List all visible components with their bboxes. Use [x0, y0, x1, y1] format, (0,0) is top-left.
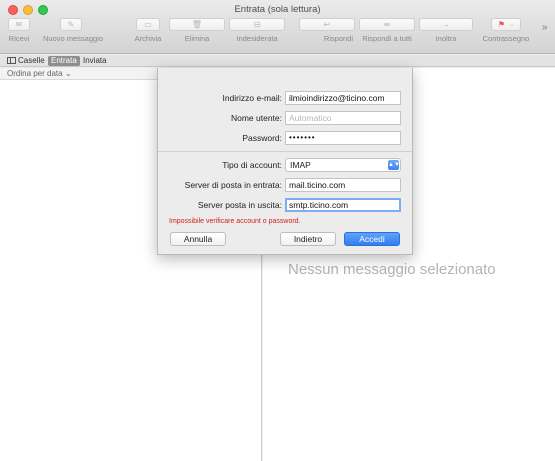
- junk-icon: ⊟: [253, 19, 261, 29]
- error-message: Impossibile verificare account o passwor…: [169, 218, 301, 225]
- compose-icon: ✎: [67, 19, 75, 29]
- email-row: Indirizzo e-mail: ilmioindirizzo@ticino.…: [158, 91, 414, 105]
- toolbar-overflow-icon[interactable]: »: [542, 22, 548, 33]
- archive-button[interactable]: ▭ Archivia: [134, 18, 162, 43]
- account-type-value: IMAP: [290, 160, 311, 170]
- sidebar-icon: [7, 57, 16, 64]
- sheet-divider: [158, 151, 414, 152]
- cancel-button[interactable]: Annulla: [170, 232, 226, 246]
- favorites-mailboxes-button[interactable]: Caselle: [4, 56, 48, 66]
- trash-icon: 🗑: [191, 19, 203, 29]
- up-down-arrows-icon: ▲▼: [388, 160, 400, 170]
- toolbar-label: Rispondi: [323, 34, 353, 43]
- reply-button[interactable]: ↩ Rispondi: [299, 18, 355, 43]
- delete-button[interactable]: 🗑 Elimina: [169, 18, 225, 43]
- window-title: Entrata (sola lettura): [234, 4, 321, 15]
- reply-all-button[interactable]: ⇚ Rispondi a tutti: [357, 18, 417, 43]
- account-type-row: Tipo di account: IMAP ▲▼: [158, 158, 414, 172]
- account-type-label: Tipo di account:: [222, 160, 282, 170]
- toolbar-label: Contrassegno: [482, 34, 530, 43]
- no-message-selected-text: Nessun messaggio selezionato: [288, 261, 496, 278]
- username-label: Nome utente:: [230, 113, 282, 123]
- get-mail-button[interactable]: ✉ Ricevi: [7, 18, 31, 43]
- toolbar-label: Nuovo messaggio: [43, 34, 104, 43]
- toolbar-label: Indesiderata: [236, 34, 278, 43]
- new-message-button[interactable]: ✎ Nuovo messaggio: [43, 18, 104, 43]
- favorites-sent-button[interactable]: Inviata: [80, 56, 110, 66]
- sign-in-button[interactable]: Accedi: [344, 232, 400, 246]
- window-titlebar: Entrata (sola lettura) ✉ Ricevi ✎ Nuovo …: [0, 0, 555, 54]
- username-row: Nome utente: Automatico: [158, 111, 414, 125]
- favorites-mailboxes-label: Caselle: [18, 56, 45, 65]
- toolbar-label: Rispondi a tutti: [362, 34, 412, 43]
- reply-all-icon: ⇚: [383, 19, 391, 29]
- email-field[interactable]: ilmioindirizzo@ticino.com: [285, 91, 401, 105]
- incoming-server-field[interactable]: mail.ticino.com: [285, 178, 401, 192]
- forward-button[interactable]: → Inoltra: [419, 18, 473, 43]
- inbox-tray-icon: ✉: [15, 19, 23, 29]
- flag-icon: ⚑: [497, 19, 506, 29]
- forward-icon: →: [442, 19, 450, 29]
- flag-button[interactable]: ⚑ ⌄ Contrassegno: [478, 18, 534, 43]
- toolbar-label: Archivia: [134, 34, 162, 43]
- junk-button[interactable]: ⊟ Indesiderata: [228, 18, 286, 43]
- incoming-server-row: Server di posta in entrata: mail.ticino.…: [158, 178, 414, 192]
- back-button[interactable]: Indietro: [280, 232, 336, 246]
- incoming-server-label: Server di posta in entrata:: [184, 180, 282, 190]
- password-row: Password: •••••••: [158, 131, 414, 145]
- archive-box-icon: ▭: [144, 19, 152, 29]
- toolbar-label: Ricevi: [8, 34, 30, 43]
- username-field[interactable]: Automatico: [285, 111, 401, 125]
- favorites-bar: Caselle Entrata Inviata: [0, 55, 555, 67]
- toolbar-label: Inoltra: [435, 34, 457, 43]
- toolbar-label: Elimina: [184, 34, 210, 43]
- favorites-inbox-button[interactable]: Entrata: [48, 56, 80, 66]
- outgoing-server-row: Server posta in uscita: smtp.ticino.com: [158, 198, 414, 212]
- password-label: Password:: [242, 133, 282, 143]
- password-field[interactable]: •••••••: [285, 131, 401, 145]
- email-label: Indirizzo e-mail:: [222, 93, 282, 103]
- add-account-sheet: Indirizzo e-mail: ilmioindirizzo@ticino.…: [157, 68, 414, 255]
- outgoing-server-field[interactable]: smtp.ticino.com: [285, 198, 401, 212]
- outgoing-server-label: Server posta in uscita:: [197, 200, 282, 210]
- chevron-down-icon: ⌄: [509, 21, 515, 28]
- account-type-select[interactable]: IMAP ▲▼: [285, 158, 401, 172]
- reply-icon: ↩: [323, 19, 331, 29]
